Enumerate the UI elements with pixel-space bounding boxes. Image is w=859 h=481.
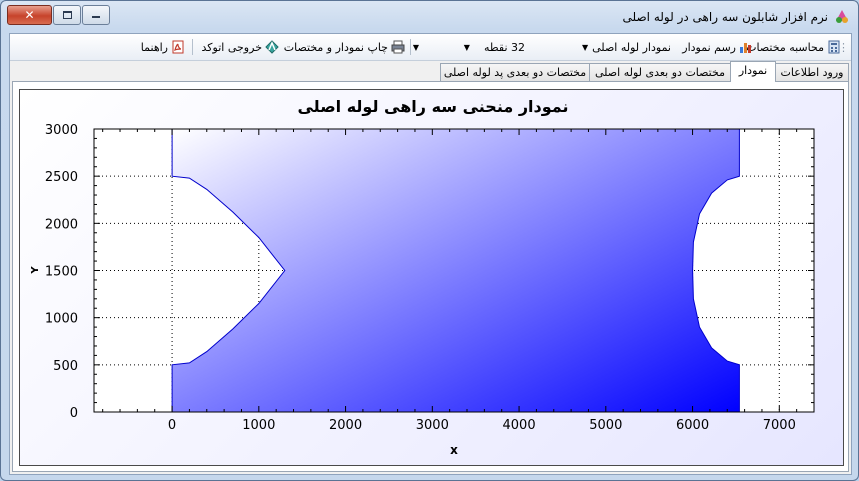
bar-chart-icon xyxy=(740,43,751,53)
draw-chart-button[interactable]: رسم نمودار xyxy=(682,39,753,55)
autocad-export-label: خروجی اتوکد xyxy=(201,40,262,54)
window-title: نرم افزار شابلون سه راهی در لوله اصلی xyxy=(622,10,828,24)
x-tick-label: 7000 xyxy=(763,418,796,433)
client-area: ⋮ محاسبه مختصات رسم نمودار نمودار لوله ا… xyxy=(9,33,852,475)
points-select-value: 32 نقطه xyxy=(483,40,525,54)
window-controls: ✕ xyxy=(7,5,111,25)
chart-title: نمودار منحنی سه راهی لوله اصلی xyxy=(297,97,568,116)
chart-panel: نمودار منحنی سه راهی لوله اصلی 0 1000 2000… xyxy=(19,89,844,466)
x-axis-label: x xyxy=(450,443,458,457)
tab-main-pipe-coords[interactable]: مختصات دو بعدی لوله اصلی xyxy=(589,63,731,81)
graph-select-value: نمودار لوله اصلی xyxy=(592,40,671,54)
tab-data-entry[interactable]: ورود اطلاعات xyxy=(775,63,849,81)
points-select-arrow-icon: ▼ xyxy=(463,42,470,52)
tab-label: مختصات دو بعدی لوله اصلی xyxy=(595,66,725,79)
y-tick-label: 500 xyxy=(53,359,78,374)
tab-chart[interactable]: نمودار xyxy=(730,61,776,82)
minimize-button[interactable] xyxy=(82,5,110,25)
tab-label: مختصات دو بعدی پد لوله اصلی xyxy=(443,66,587,79)
print-button[interactable]: چاپ نمودار و مختصات xyxy=(284,39,405,55)
y-axis-label: Y xyxy=(30,266,41,275)
more-dropdown[interactable]: ▼ xyxy=(409,39,423,55)
help-label: راهنما xyxy=(140,40,168,54)
y-tick-label: 2500 xyxy=(45,170,78,185)
y-tick-label: 0 xyxy=(70,406,78,421)
y-tick-label: 1000 xyxy=(45,312,78,327)
x-tick-label: 5000 xyxy=(589,418,622,433)
more-arrow-icon: ▼ xyxy=(412,42,419,52)
tab-label: ورود اطلاعات xyxy=(780,66,844,79)
pdf-icon xyxy=(172,40,184,54)
autocad-icon xyxy=(265,40,279,54)
close-button[interactable]: ✕ xyxy=(7,5,52,25)
calc-button[interactable]: محاسبه مختصات xyxy=(746,39,841,55)
minimize-icon xyxy=(92,16,100,18)
printer-icon xyxy=(391,40,405,54)
calc-label: محاسبه مختصات xyxy=(746,40,824,54)
graph-select-arrow-icon: ▼ xyxy=(581,42,589,52)
toolbar: ⋮ محاسبه مختصات رسم نمودار نمودار لوله ا… xyxy=(10,34,851,61)
title-bar[interactable]: ✕ نرم افزار شابلون سه راهی در لوله اصلی xyxy=(1,1,858,33)
chart-svg: نمودار منحنی سه راهی لوله اصلی 0 1000 2000… xyxy=(30,97,815,457)
y-tick-label: 3000 xyxy=(45,123,78,138)
x-tick-label: 1000 xyxy=(242,418,275,433)
print-label: چاپ نمودار و مختصات xyxy=(283,40,388,54)
x-tick-label: 2000 xyxy=(329,418,362,433)
app-icon xyxy=(836,10,848,23)
autocad-export-button[interactable]: خروجی اتوکد xyxy=(202,39,279,55)
maximize-button[interactable] xyxy=(53,5,81,25)
x-tick-label: 6000 xyxy=(676,418,709,433)
y-tick-label: 2000 xyxy=(45,217,78,232)
x-tick-label: 0 xyxy=(168,418,176,433)
draw-chart-label: رسم نمودار xyxy=(682,40,736,54)
restore-icon xyxy=(63,11,72,19)
tab-pad-coords[interactable]: مختصات دو بعدی پد لوله اصلی xyxy=(440,63,590,81)
toolbar-separator xyxy=(192,39,193,55)
app-window: ✕ نرم افزار شابلون سه راهی در لوله اصلی … xyxy=(0,0,859,481)
calculator-icon xyxy=(828,40,840,54)
x-tick-label: 3000 xyxy=(416,418,449,433)
help-button[interactable]: راهنما xyxy=(141,39,185,55)
close-icon: ✕ xyxy=(24,8,35,22)
points-select[interactable]: 32 نقطه ▼ xyxy=(460,39,525,55)
graph-select[interactable]: نمودار لوله اصلی ▼ xyxy=(578,39,671,55)
tab-label: نمودار xyxy=(738,64,768,77)
x-tick-label: 4000 xyxy=(503,418,536,433)
y-tick-label: 1500 xyxy=(45,265,78,280)
tab-strip: ورود اطلاعات نمودار مختصات دو بعدی لوله … xyxy=(10,61,851,82)
